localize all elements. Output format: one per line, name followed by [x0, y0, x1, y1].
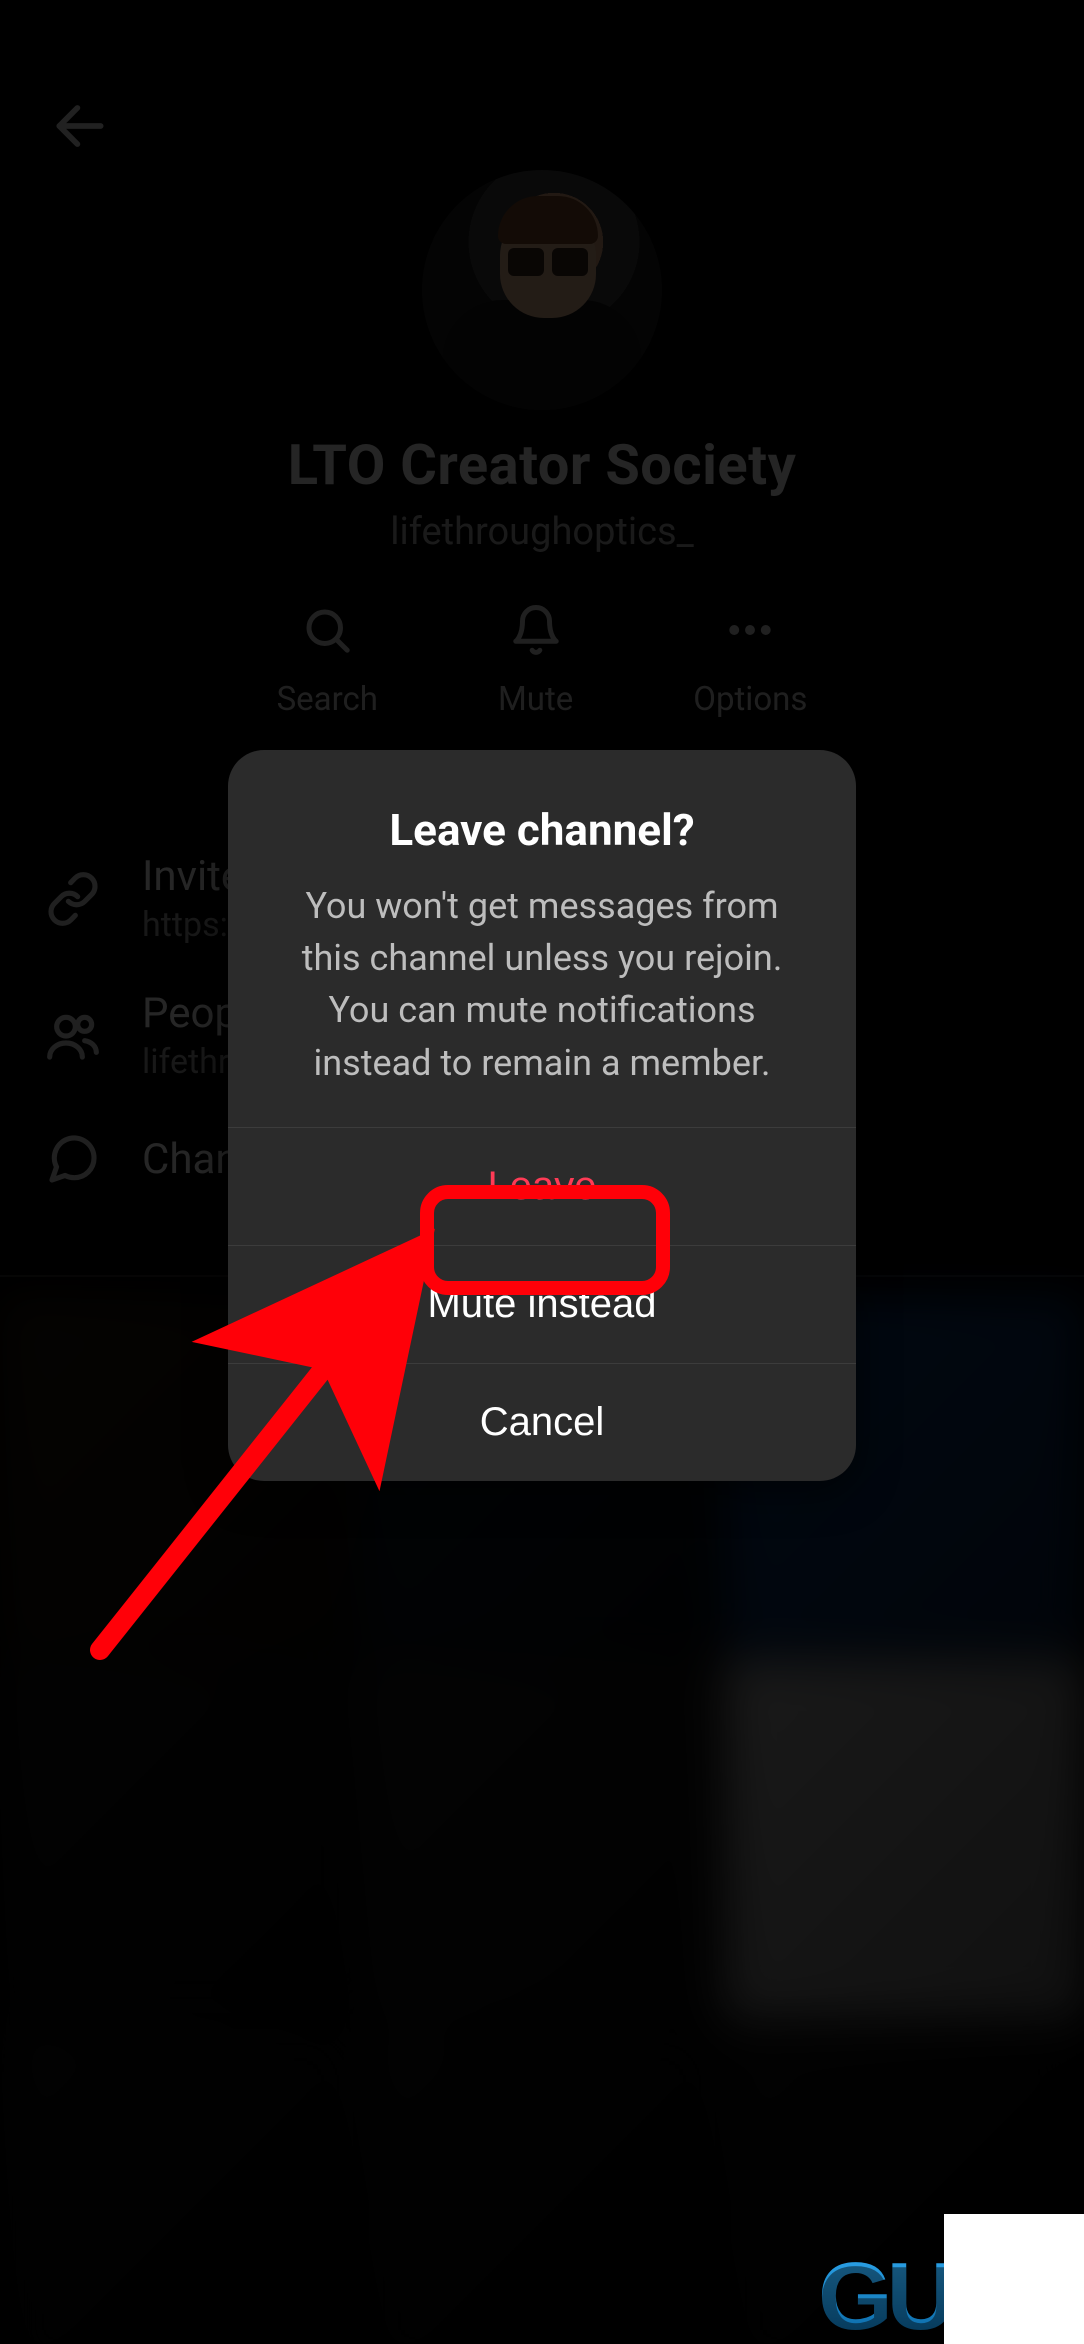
cancel-button[interactable]: Cancel — [228, 1363, 856, 1481]
leave-channel-dialog: Leave channel? You won't get messages fr… — [228, 750, 856, 1481]
watermark: GADGETS GU — [818, 2214, 1084, 2344]
dialog-title: Leave channel? — [274, 804, 810, 856]
mute-instead-button[interactable]: Mute instead — [228, 1245, 856, 1363]
dialog-body: You won't get messages from this channel… — [274, 880, 810, 1089]
watermark-logo: GU — [818, 2259, 950, 2336]
watermark-block — [944, 2214, 1084, 2344]
leave-button[interactable]: Leave — [228, 1127, 856, 1245]
